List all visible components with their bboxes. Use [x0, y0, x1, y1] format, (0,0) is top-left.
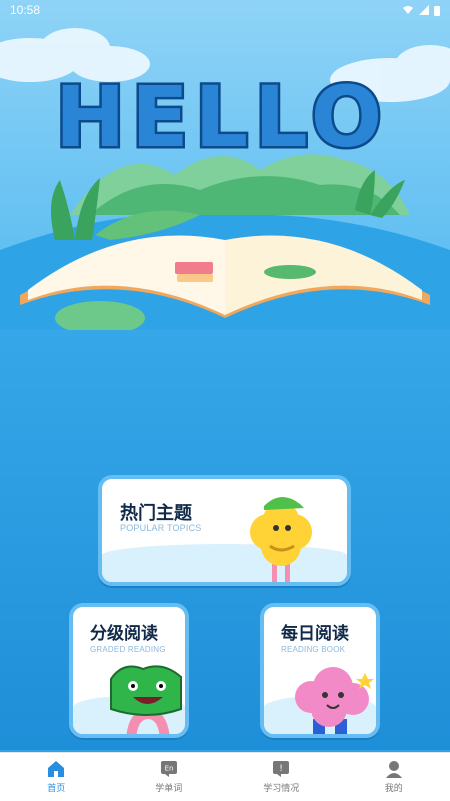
status-time: 10:58	[10, 3, 40, 17]
green-character-icon	[103, 659, 188, 738]
vocab-icon: En	[160, 760, 178, 778]
tab-study-status[interactable]: ! 学习情况	[225, 753, 338, 801]
report-icon: !	[272, 760, 290, 778]
yellow-character-icon	[240, 484, 320, 584]
card-popular-topics[interactable]: 热门主题 POPULAR TOPICS	[98, 475, 351, 586]
card-title: 分级阅读	[90, 619, 158, 644]
status-bar: 10:58	[0, 0, 450, 20]
card-reading-book[interactable]: 每日阅读 READING BOOK	[260, 603, 380, 738]
hero-illustration	[0, 0, 450, 360]
signal-icon	[419, 5, 429, 15]
wifi-icon	[402, 5, 414, 15]
card-title: 热门主题	[120, 499, 192, 525]
report-icon-text: !	[279, 764, 283, 774]
hero-title-text: HELLO	[55, 68, 385, 158]
pink-character-icon	[289, 659, 374, 738]
tab-vocabulary[interactable]: En 学单词	[113, 753, 226, 801]
tab-label: 我的	[385, 781, 403, 794]
tab-label: 首页	[47, 781, 65, 794]
card-subtitle: GRADED READING	[90, 645, 166, 654]
battery-icon	[434, 5, 440, 16]
card-subtitle: POPULAR TOPICS	[120, 523, 202, 533]
tab-label: 学习情况	[263, 781, 299, 794]
tab-profile[interactable]: 我的	[338, 753, 450, 801]
bottom-tab-bar: 首页 En 学单词 ! 学习情况 我的	[0, 752, 450, 801]
tab-label: 学单词	[155, 781, 182, 794]
profile-icon	[385, 760, 403, 778]
tab-home[interactable]: 首页	[0, 753, 113, 801]
card-subtitle: READING BOOK	[281, 645, 345, 654]
hero-title: HELLO	[55, 68, 385, 158]
home-icon	[47, 760, 65, 778]
card-title: 每日阅读	[281, 619, 349, 644]
card-graded-reading[interactable]: 分级阅读 GRADED READING	[69, 603, 189, 738]
vocab-icon-text: En	[164, 765, 173, 773]
